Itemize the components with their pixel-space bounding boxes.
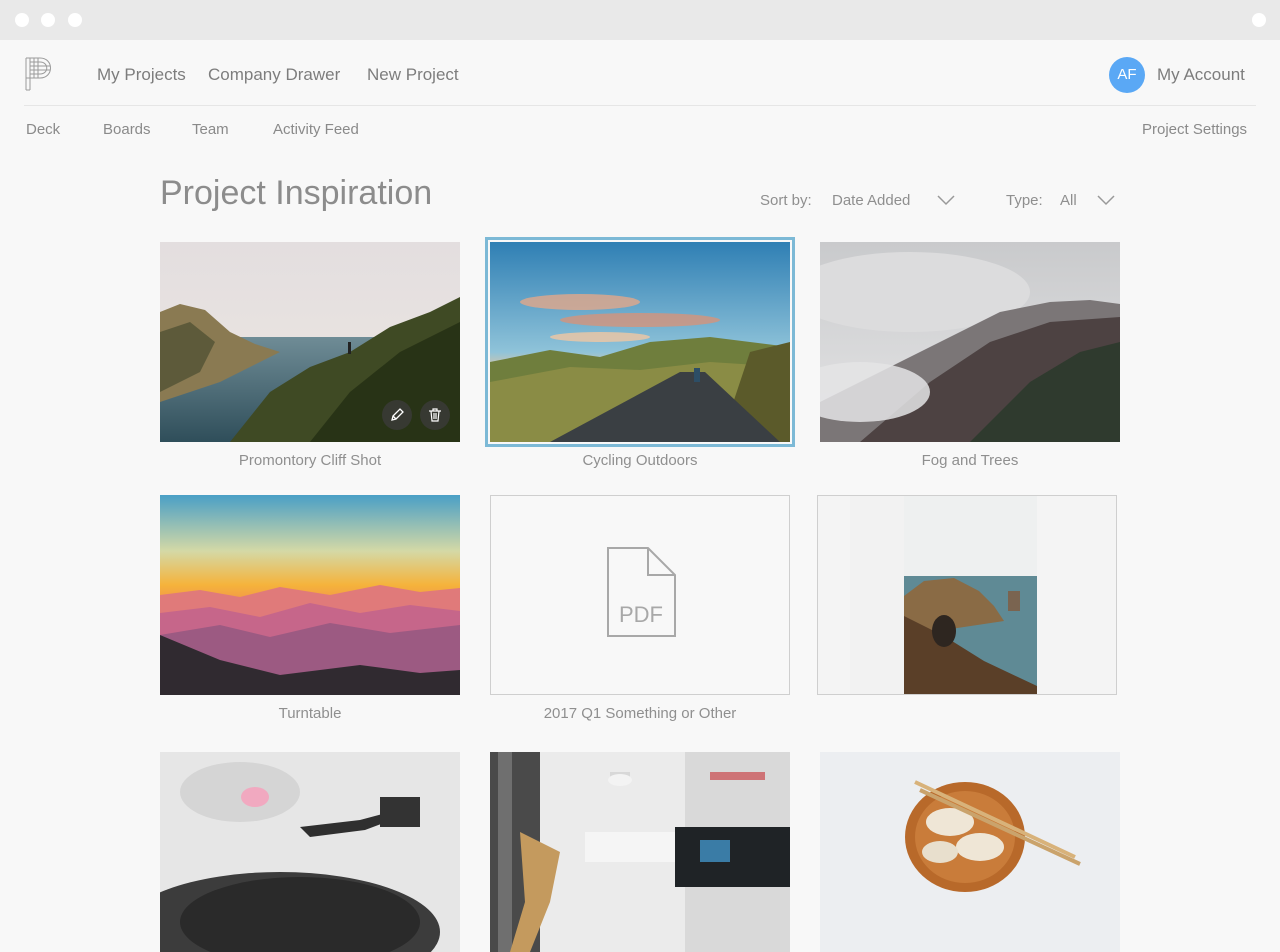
card-thumbnail[interactable] bbox=[160, 752, 460, 952]
cycling-photo bbox=[490, 242, 790, 442]
card-caption: Cycling Outdoors bbox=[582, 452, 698, 469]
sort-by-value[interactable]: Date Added bbox=[832, 192, 910, 209]
tab-boards[interactable]: Boards bbox=[103, 121, 151, 138]
interior-room-photo bbox=[490, 752, 790, 952]
app-logo-icon[interactable] bbox=[24, 56, 56, 92]
cliff-photo bbox=[160, 242, 460, 442]
card-thumbnail[interactable] bbox=[820, 752, 1120, 952]
fog-trees-photo bbox=[820, 242, 1120, 442]
window-maximize-dot[interactable] bbox=[68, 13, 82, 27]
page-title: Project Inspiration bbox=[160, 174, 433, 212]
card-thumbnail[interactable]: PDF bbox=[490, 495, 790, 695]
card-item[interactable] bbox=[490, 752, 790, 952]
pdf-file-icon: PDF bbox=[607, 547, 676, 637]
card-thumbnail[interactable] bbox=[485, 237, 795, 447]
sunset-mountains-photo bbox=[160, 495, 460, 695]
card-item[interactable]: PDF 2017 Q1 Something or Other bbox=[490, 495, 790, 722]
card-thumbnail[interactable] bbox=[160, 495, 460, 695]
card-item[interactable] bbox=[817, 495, 1117, 695]
card-thumbnail[interactable] bbox=[490, 752, 790, 952]
sort-by-label: Sort by: bbox=[760, 192, 812, 209]
tab-deck[interactable]: Deck bbox=[26, 121, 60, 138]
turntable-photo bbox=[160, 752, 460, 952]
tab-team[interactable]: Team bbox=[192, 121, 229, 138]
top-navigation: My Projects Company Drawer New Project bbox=[0, 40, 1280, 106]
chevron-down-icon[interactable] bbox=[1097, 194, 1115, 206]
pencil-icon bbox=[391, 408, 404, 421]
edit-button[interactable] bbox=[382, 400, 412, 430]
nav-my-projects[interactable]: My Projects bbox=[97, 65, 186, 85]
card-thumbnail[interactable] bbox=[820, 242, 1120, 442]
nav-new-project[interactable]: New Project bbox=[367, 65, 459, 85]
card-item[interactable]: Promontory Cliff Shot bbox=[160, 242, 460, 469]
trash-icon bbox=[429, 408, 441, 422]
window-close-dot[interactable] bbox=[15, 13, 29, 27]
card-thumbnail[interactable] bbox=[817, 495, 1117, 695]
card-caption: 2017 Q1 Something or Other bbox=[543, 705, 737, 722]
window-minimize-dot[interactable] bbox=[41, 13, 55, 27]
card-item[interactable]: Fog and Trees bbox=[820, 242, 1120, 469]
type-value[interactable]: All bbox=[1060, 192, 1077, 209]
nav-divider bbox=[24, 105, 1256, 106]
window-menu-dot[interactable] bbox=[1252, 13, 1266, 27]
card-caption: Turntable bbox=[278, 705, 342, 722]
chevron-down-icon[interactable] bbox=[937, 194, 955, 206]
card-caption: Fog and Trees bbox=[921, 452, 1019, 469]
type-label: Type: bbox=[1006, 192, 1043, 209]
card-item[interactable] bbox=[820, 752, 1120, 952]
delete-button[interactable] bbox=[420, 400, 450, 430]
pdf-label: PDF bbox=[619, 602, 663, 627]
window-titlebar bbox=[0, 0, 1280, 40]
project-settings-link[interactable]: Project Settings bbox=[1142, 121, 1247, 138]
nav-company-drawer[interactable]: Company Drawer bbox=[208, 65, 340, 85]
card-item[interactable] bbox=[160, 752, 460, 952]
tab-activity-feed[interactable]: Activity Feed bbox=[273, 121, 359, 138]
card-item[interactable]: Turntable bbox=[160, 495, 460, 722]
card-caption: Promontory Cliff Shot bbox=[238, 452, 382, 469]
card-item[interactable]: Cycling Outdoors bbox=[485, 237, 795, 469]
avatar[interactable]: AF bbox=[1109, 57, 1145, 93]
dumplings-photo bbox=[820, 752, 1120, 952]
coast-portrait-photo bbox=[818, 496, 1116, 694]
my-account-link[interactable]: My Account bbox=[1157, 65, 1245, 85]
card-thumbnail[interactable] bbox=[160, 242, 460, 442]
